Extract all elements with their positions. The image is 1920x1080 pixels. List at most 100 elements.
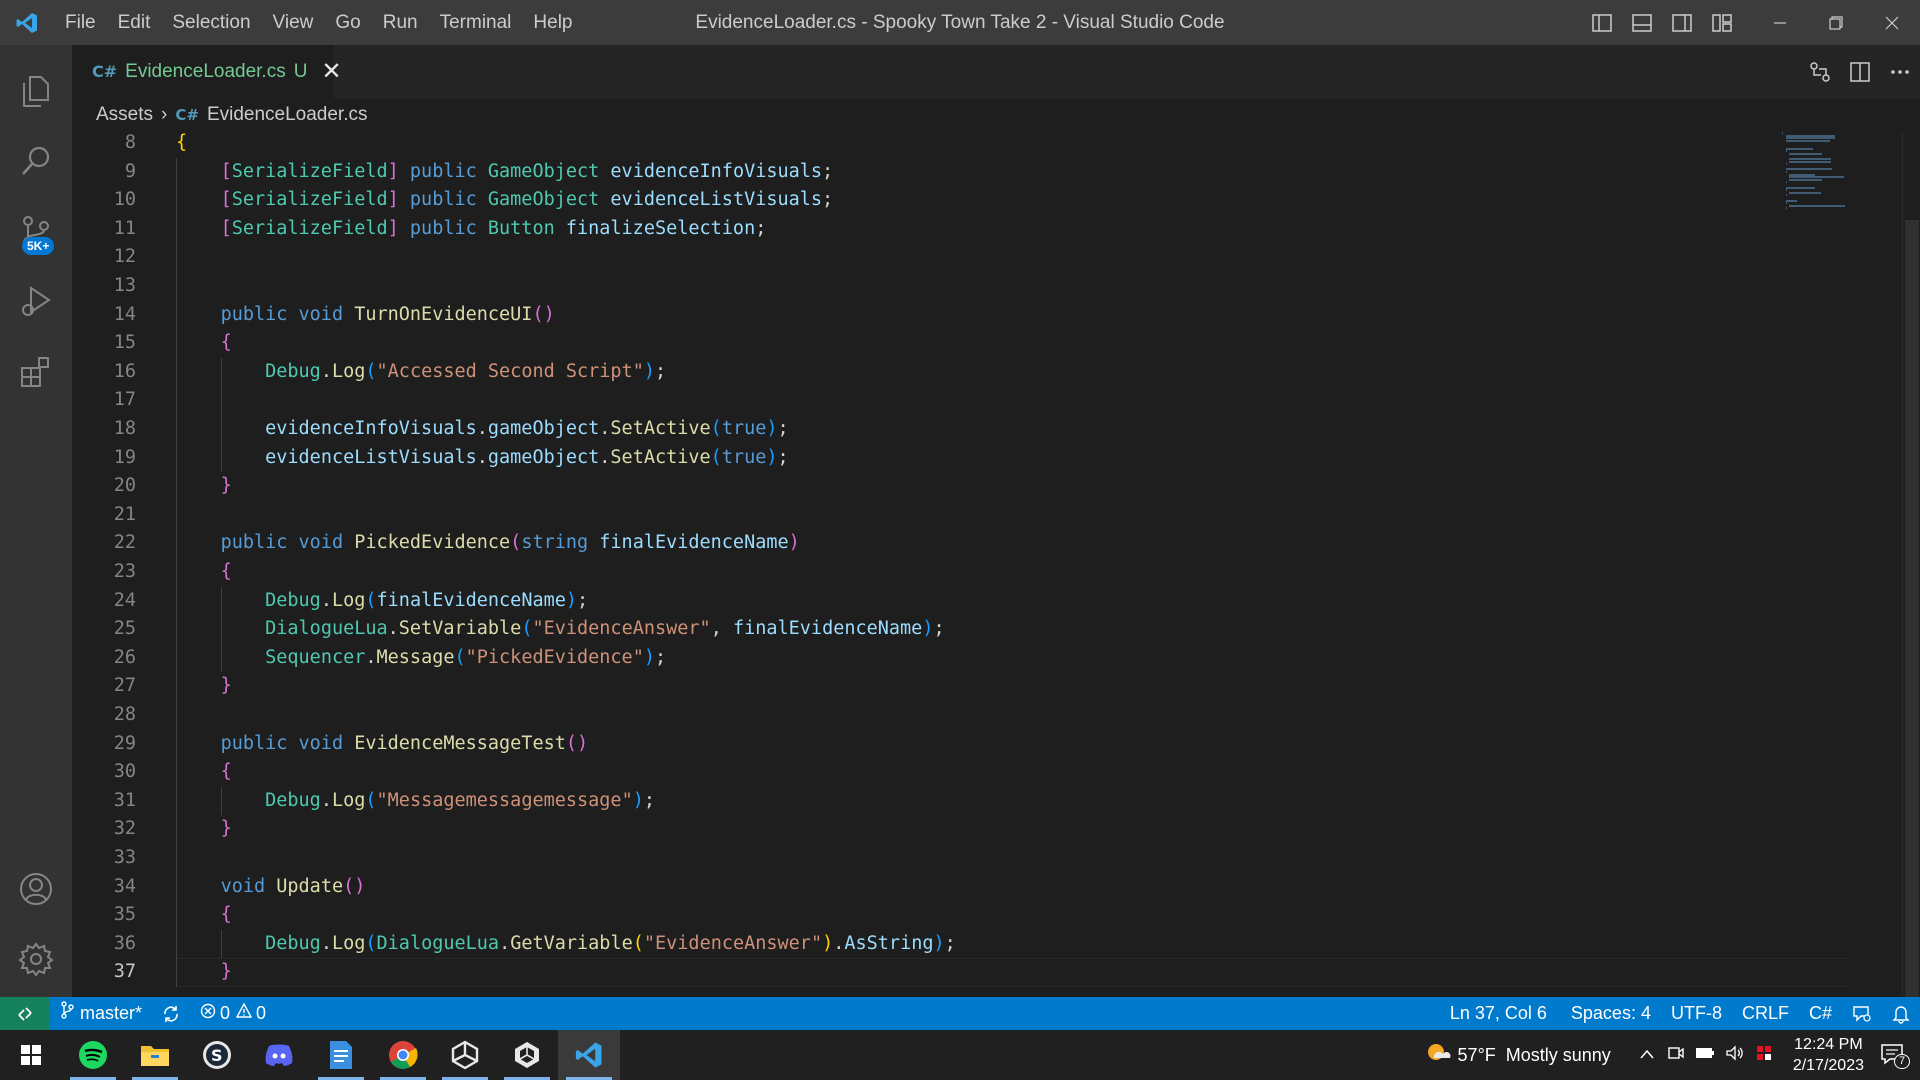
chrome-icon[interactable] (372, 1030, 434, 1080)
unity-icon[interactable] (434, 1030, 496, 1080)
open-changes-icon[interactable] (1800, 45, 1840, 98)
code-line[interactable]: 25 DialogueLua.SetVariable("EvidenceAnsw… (72, 615, 1772, 644)
code-line[interactable]: 8{ (72, 132, 1772, 158)
close-window-icon[interactable] (1864, 0, 1920, 45)
code-line[interactable]: 27 } (72, 672, 1772, 701)
code-line[interactable]: 9 [SerializeField] public GameObject evi… (72, 158, 1772, 187)
restore-icon[interactable] (1808, 0, 1864, 45)
code-line[interactable]: 30 { (72, 758, 1772, 787)
menu-selection[interactable]: Selection (161, 0, 261, 45)
code-line[interactable]: 29 public void EvidenceMessageTest() (72, 730, 1772, 759)
more-actions-icon[interactable] (1880, 45, 1920, 98)
network-icon[interactable] (1755, 1044, 1773, 1067)
code-line[interactable]: 12 (72, 243, 1772, 272)
breadcrumb-file[interactable]: EvidenceLoader.cs (207, 104, 368, 126)
code-text: { (220, 904, 232, 926)
code-text: public void TurnOnEvidenceUI() (220, 303, 555, 325)
menu-view[interactable]: View (262, 0, 325, 45)
windows-start-icon[interactable] (0, 1030, 62, 1080)
vertical-scrollbar[interactable] (1902, 132, 1920, 997)
code-line[interactable]: 10 [SerializeField] public GameObject ev… (72, 186, 1772, 215)
line-number: 15 (113, 332, 136, 354)
sync-icon[interactable] (152, 1005, 190, 1023)
clock[interactable]: 12:24 PM 2/17/2023 (1783, 1034, 1874, 1076)
menu-go[interactable]: Go (324, 0, 371, 45)
code-line[interactable]: 19 evidenceListVisuals.gameObject.SetAct… (72, 444, 1772, 473)
volume-icon[interactable] (1725, 1044, 1745, 1066)
steam-icon[interactable]: S (186, 1030, 248, 1080)
minimap-line (1785, 194, 1787, 197)
show-hidden-icons-icon[interactable] (1639, 1046, 1655, 1064)
menu-terminal[interactable]: Terminal (429, 0, 523, 45)
code-line[interactable]: 22 public void PickedEvidence(string fin… (72, 529, 1772, 558)
minimap[interactable] (1782, 132, 1902, 232)
code-line[interactable]: 20 } (72, 472, 1772, 501)
code-line[interactable]: 13 (72, 272, 1772, 301)
accounts-icon[interactable] (0, 855, 72, 923)
toggle-panel-icon[interactable] (1622, 0, 1662, 45)
scrollbar-thumb[interactable] (1905, 220, 1919, 997)
weather-icon[interactable] (1424, 1040, 1452, 1071)
code-line[interactable]: 26 Sequencer.Message("PickedEvidence"); (72, 644, 1772, 673)
remote-indicator-icon[interactable] (0, 997, 50, 1030)
code-editor[interactable]: 8{9 [SerializeField] public GameObject e… (72, 132, 1920, 997)
menu-edit[interactable]: Edit (107, 0, 162, 45)
extensions-icon[interactable] (0, 337, 72, 405)
feedback-icon[interactable] (1842, 1005, 1882, 1023)
cursor-position[interactable]: Ln 37, Col 6 (1440, 997, 1561, 1030)
explorer-icon[interactable] (0, 57, 72, 125)
code-line[interactable]: 31 Debug.Log("Messagemessagemessage"); (72, 787, 1772, 816)
code-line[interactable]: 11 [SerializeField] public Button finali… (72, 215, 1772, 244)
code-line[interactable]: 15 { (72, 329, 1772, 358)
minimize-icon[interactable] (1752, 0, 1808, 45)
code-text: { (220, 561, 232, 582)
weather-text[interactable]: 57°F Mostly sunny (1458, 1045, 1611, 1066)
indentation[interactable]: Spaces: 4 (1561, 997, 1661, 1030)
language-mode[interactable]: C# (1799, 997, 1842, 1030)
toggle-secondary-sidebar-icon[interactable] (1662, 0, 1702, 45)
code-line[interactable]: 36 Debug.Log(DialogueLua.GetVariable("Ev… (72, 930, 1772, 959)
code-line[interactable]: 28 (72, 701, 1772, 730)
settings-gear-icon[interactable] (0, 925, 72, 993)
code-line[interactable]: 18 evidenceInfoVisuals.gameObject.SetAct… (72, 415, 1772, 444)
line-endings[interactable]: CRLF (1732, 997, 1799, 1030)
code-line[interactable]: 16 Debug.Log("Accessed Second Script"); (72, 358, 1772, 387)
code-line[interactable]: 24 Debug.Log(finalEvidenceName); (72, 587, 1772, 616)
vscode-icon[interactable] (558, 1030, 620, 1080)
split-editor-icon[interactable] (1840, 45, 1880, 98)
code-line[interactable]: 37 } (72, 958, 1772, 987)
menu-help[interactable]: Help (522, 0, 583, 45)
encoding[interactable]: UTF-8 (1661, 997, 1732, 1030)
meet-now-icon[interactable] (1667, 1045, 1685, 1066)
branch-indicator[interactable]: master* (50, 997, 152, 1030)
notepad-icon[interactable] (310, 1030, 372, 1080)
source-control-icon[interactable]: 5K+ (0, 197, 72, 265)
code-line[interactable]: 32 } (72, 815, 1772, 844)
tab-evidenceloader[interactable]: C# EvidenceLoader.cs U ✕ (72, 45, 342, 98)
file-explorer-icon[interactable] (124, 1030, 186, 1080)
spotify-icon[interactable] (62, 1030, 124, 1080)
toggle-primary-sidebar-icon[interactable] (1582, 0, 1622, 45)
code-line[interactable]: 35 { (72, 901, 1772, 930)
customize-layout-icon[interactable] (1702, 0, 1742, 45)
code-text: Sequencer.Message("PickedEvidence"); (265, 646, 667, 668)
code-line[interactable]: 14 public void TurnOnEvidenceUI() (72, 301, 1772, 330)
menu-file[interactable]: File (54, 0, 107, 45)
code-line[interactable]: 17 (72, 386, 1772, 415)
run-debug-icon[interactable] (0, 267, 72, 335)
discord-icon[interactable] (248, 1030, 310, 1080)
code-line[interactable]: 33 (72, 844, 1772, 873)
code-line[interactable]: 21 (72, 501, 1772, 530)
notification-center-icon[interactable]: 7 (1880, 1040, 1911, 1070)
line-number: 19 (113, 446, 136, 468)
unity-hub-icon[interactable] (496, 1030, 558, 1080)
problems-indicator[interactable]: 0 0 (190, 997, 276, 1030)
code-line[interactable]: 23 { (72, 558, 1772, 587)
search-icon[interactable] (0, 127, 72, 195)
battery-icon[interactable] (1695, 1046, 1715, 1064)
menu-run[interactable]: Run (372, 0, 429, 45)
notifications-bell-icon[interactable] (1882, 1004, 1920, 1024)
breadcrumb-folder[interactable]: Assets (96, 104, 153, 126)
close-tab-icon[interactable]: ✕ (321, 57, 341, 86)
code-line[interactable]: 34 void Update() (72, 873, 1772, 902)
